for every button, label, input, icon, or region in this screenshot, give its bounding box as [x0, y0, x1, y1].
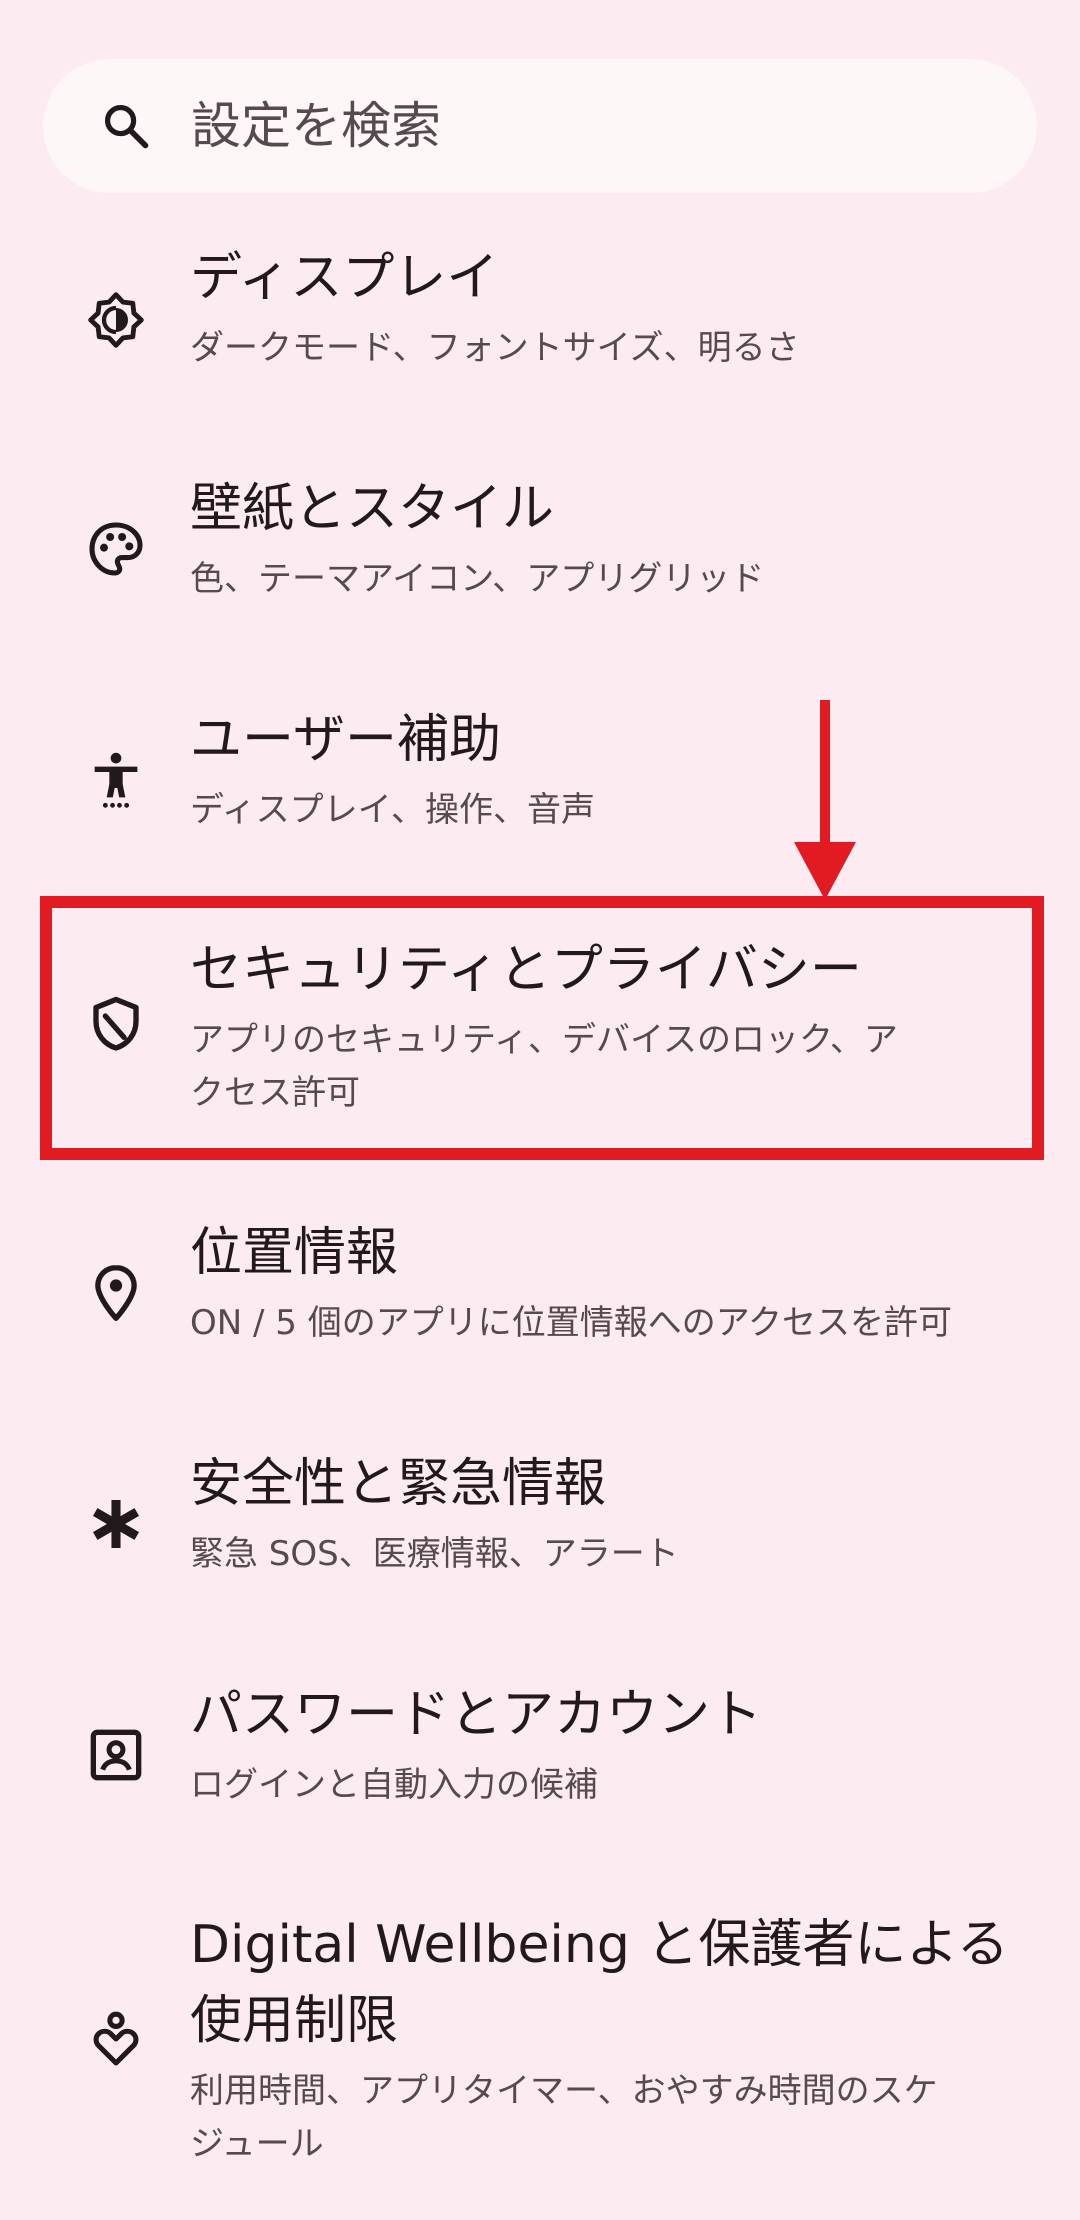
- settings-item-subtitle: 色、テーマアイコン、アプリグリッド: [190, 559, 765, 599]
- accessibility-icon: [84, 748, 148, 812]
- settings-item-subtitle: 緊急 SOS、医療情報、アラート: [190, 1534, 679, 1574]
- settings-item-title: 位置情報: [190, 1223, 399, 1283]
- settings-item-subtitle: ディスプレイ、操作、音声: [190, 790, 595, 830]
- settings-item-title: 安全性と緊急情報: [190, 1454, 607, 1514]
- settings-item-title: 壁紙とスタイル: [190, 479, 555, 539]
- settings-item-title: パスワードとアカウント: [190, 1685, 763, 1745]
- settings-item-title: ユーザー補助: [190, 710, 501, 770]
- settings-item-subtitle: ON / 5 個のアプリに位置情報へのアクセスを許可: [190, 1303, 953, 1343]
- settings-item-wallpaper[interactable]: 壁紙とスタイル 色、テーマアイコン、アプリグリッド: [0, 471, 1080, 671]
- search-placeholder: 設定を検索: [191, 97, 441, 155]
- settings-item-display[interactable]: ディスプレイ ダークモード、フォントサイズ、明るさ: [0, 240, 1080, 440]
- settings-item-subtitle: ログインと自動入力の候補: [190, 1765, 598, 1805]
- settings-item-digital-wellbeing[interactable]: Digital Wellbeing と保護者による使用制限 利用時間、アプリタイ…: [0, 1907, 1080, 2197]
- location-pin-icon: [84, 1261, 148, 1325]
- annotation-highlight-box: [40, 896, 1044, 1160]
- settings-item-accessibility[interactable]: ユーザー補助 ディスプレイ、操作、音声: [0, 702, 1080, 902]
- search-bar[interactable]: 設定を検索: [43, 59, 1037, 193]
- display-brightness-icon: [84, 288, 148, 352]
- settings-item-subtitle: ダークモード、フォントサイズ、明るさ: [190, 328, 800, 368]
- settings-item-title: ディスプレイ: [190, 248, 499, 308]
- settings-item-safety-emergency[interactable]: 安全性と緊急情報 緊急 SOS、医療情報、アラート: [0, 1446, 1080, 1646]
- wellbeing-icon: [84, 2007, 148, 2071]
- annotation-arrow: [792, 700, 858, 900]
- asterisk-icon: [84, 1492, 148, 1556]
- palette-icon: [84, 517, 148, 581]
- settings-item-location[interactable]: 位置情報 ON / 5 個のアプリに位置情報へのアクセスを許可: [0, 1215, 1080, 1415]
- settings-item-passwords-accounts[interactable]: パスワードとアカウント ログインと自動入力の候補: [0, 1677, 1080, 1877]
- account-box-icon: [84, 1723, 148, 1787]
- search-icon: [100, 100, 152, 152]
- settings-item-subtitle: 利用時間、アプリタイマー、おやすみ時間のスケジュール: [190, 2071, 938, 2164]
- settings-item-title: Digital Wellbeing と保護者による使用制限: [190, 1915, 1009, 2051]
